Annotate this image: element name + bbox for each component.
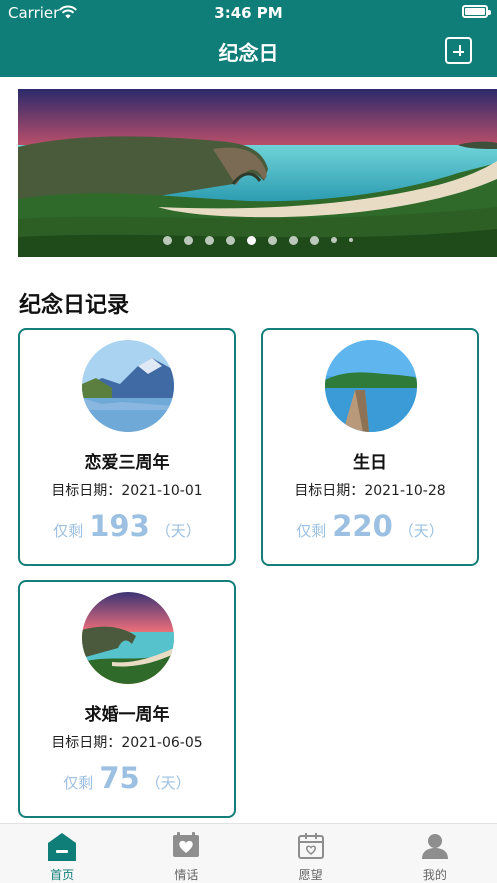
card-thumbnail	[82, 340, 174, 432]
card-target-date: 目标日期：2021-10-01	[20, 480, 234, 500]
tab-label: 愿望	[298, 868, 323, 882]
remaining-unit: （天）	[155, 522, 201, 540]
status-time: 3:46 PM	[214, 4, 283, 22]
remaining-unit: （天）	[398, 522, 444, 540]
home-icon	[48, 833, 77, 861]
add-button[interactable]	[445, 37, 472, 64]
anniversary-card[interactable]: 求婚一周年 目标日期：2021-06-05 仅剩 75 （天）	[18, 580, 236, 818]
card-thumbnail	[82, 592, 174, 684]
carousel-dot[interactable]	[309, 235, 319, 245]
carousel-dots[interactable]	[18, 234, 497, 246]
anniversary-card[interactable]: 生日 目标日期：2021-10-28 仅剩 220 （天）	[261, 328, 479, 566]
carousel-dot[interactable]	[204, 235, 214, 245]
card-remaining: 仅剩 220 （天）	[263, 509, 477, 543]
carousel-dot-active[interactable]	[246, 235, 256, 245]
status-bar: Carrier 3:46 PM	[0, 0, 497, 26]
love-letter-icon	[173, 832, 200, 857]
section-title: 纪念日记录	[19, 293, 130, 318]
card-target-date: 目标日期：2021-10-28	[263, 480, 477, 500]
card-title: 生日	[353, 453, 387, 473]
date-value: 2021-06-05	[121, 735, 203, 751]
date-value: 2021-10-01	[121, 483, 203, 499]
date-label: 目标日期：	[294, 483, 365, 499]
carousel-dot[interactable]	[183, 235, 193, 245]
user-icon	[421, 834, 448, 859]
remaining-days: 193	[89, 509, 150, 543]
card-title: 求婚一周年	[84, 705, 170, 725]
tab-label: 我的	[422, 868, 447, 882]
calendar-heart-icon	[297, 833, 324, 859]
carousel-dot[interactable]	[225, 235, 235, 245]
battery-icon	[462, 5, 491, 18]
carousel-dot[interactable]	[162, 235, 172, 245]
remaining-days: 75	[99, 761, 140, 795]
tab-wishes[interactable]: 愿望	[249, 824, 373, 883]
tab-home[interactable]: 首页	[0, 824, 124, 883]
carousel-dot[interactable]	[348, 238, 353, 242]
remaining-days: 220	[332, 509, 393, 543]
remaining-unit: （天）	[145, 774, 191, 792]
page-title: 纪念日	[218, 41, 279, 65]
banner-carousel[interactable]	[18, 89, 497, 257]
card-target-date: 目标日期：2021-06-05	[20, 732, 234, 752]
card-remaining: 仅剩 75 （天）	[20, 761, 234, 795]
tab-profile[interactable]: 我的	[373, 824, 497, 883]
date-label: 目标日期：	[51, 483, 122, 499]
app-header: Carrier 3:46 PM 纪念日	[0, 0, 497, 77]
tab-bar: 首页 情话 愿望 我的	[0, 823, 497, 883]
date-value: 2021-10-28	[364, 483, 446, 499]
card-thumbnail	[325, 340, 417, 432]
card-title: 恋爱三周年	[84, 453, 170, 473]
carousel-dot[interactable]	[267, 235, 277, 245]
anniversary-card[interactable]: 恋爱三周年 目标日期：2021-10-01 仅剩 193 （天）	[18, 328, 236, 566]
card-remaining: 仅剩 193 （天）	[20, 509, 234, 543]
remaining-prefix: 仅剩	[53, 522, 84, 540]
tab-label: 首页	[50, 868, 75, 882]
tab-love-words[interactable]: 情话	[124, 824, 248, 883]
banner-image	[18, 89, 497, 257]
remaining-prefix: 仅剩	[296, 522, 327, 540]
remaining-prefix: 仅剩	[63, 774, 94, 792]
tab-label: 情话	[174, 868, 199, 882]
carousel-dot[interactable]	[330, 237, 337, 243]
date-label: 目标日期：	[51, 735, 122, 751]
carousel-dot[interactable]	[288, 235, 298, 245]
